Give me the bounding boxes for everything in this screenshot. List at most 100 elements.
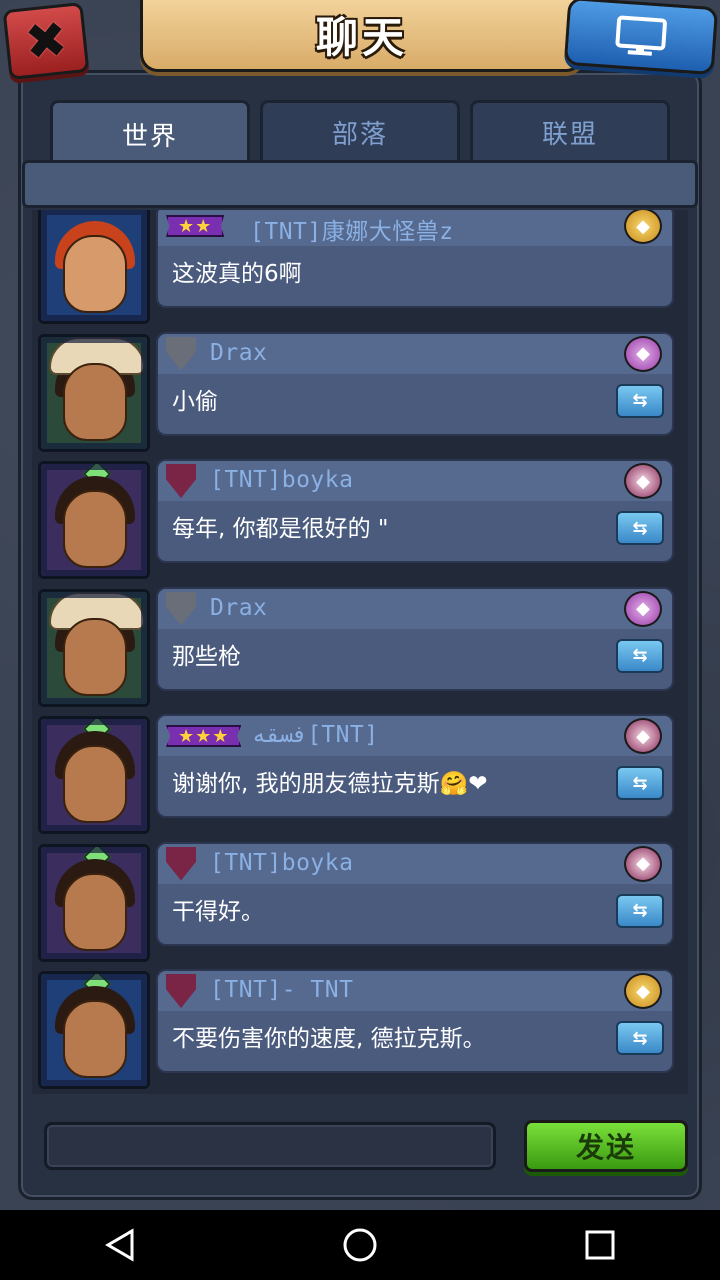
message-header: Drax ◆ [158, 588, 672, 629]
player-avatar[interactable] [38, 588, 150, 707]
guild-emblem-icon: ◆ [624, 335, 662, 372]
message-header: [TNT]- TNT ◆ [158, 971, 672, 1011]
translate-button[interactable]: ⇆ [616, 1021, 664, 1055]
chat-message-list[interactable]: ★★ [TNT]康娜大怪兽z ◆ 这波真的6啊 Drax ◆ 小偷 ⇆ [TNT]boyka ◆ 每… [32, 210, 688, 1094]
message-bubble: [TNT]- TNT ◆ 不要伤害你的速度, 德拉克斯。 ⇆ [156, 969, 674, 1073]
tab-world[interactable]: 世界 [50, 100, 250, 166]
close-button[interactable]: ✖ [2, 2, 90, 80]
player-name[interactable]: [TNT]boyka [210, 467, 353, 493]
player-avatar[interactable] [38, 461, 150, 579]
tab-tribe[interactable]: 部落 [260, 100, 460, 162]
rank-stars: ★★ [166, 215, 225, 237]
message-bubble: Drax ◆ 小偷 ⇆ [156, 331, 674, 436]
message-text: 谢谢你, 我的朋友德拉克斯🤗❤ [172, 771, 488, 797]
chat-message: ★★ [TNT]康娜大怪兽z ◆ 这波真的6啊 [32, 210, 688, 326]
message-header: ★★★ فسقه[TNT] ◆ [158, 716, 672, 756]
message-text: 干得好。 [172, 898, 264, 925]
translate-button[interactable]: ⇆ [616, 893, 664, 928]
guild-emblem-icon: ◆ [624, 463, 662, 499]
monitor-button[interactable] [563, 0, 719, 76]
player-avatar[interactable] [38, 971, 150, 1089]
message-bubble: ★★ [TNT]康娜大怪兽z ◆ 这波真的6啊 [156, 210, 674, 308]
avatar-frame [41, 846, 147, 959]
avatar-frame [41, 464, 147, 576]
rank-stars: ★★★ [166, 725, 242, 747]
monitor-icon [615, 15, 667, 56]
rank-badge [166, 846, 196, 881]
close-icon: ✖ [22, 9, 70, 73]
translate-icon: ⇆ [632, 645, 648, 666]
guild-emblem-icon: ◆ [624, 973, 662, 1009]
chat-message: [TNT]boyka ◆ 每年, 你都是很好的 " ⇆ [32, 459, 688, 581]
rank-badge [166, 464, 196, 498]
rank-shield-icon [166, 464, 196, 498]
avatar-frame [41, 210, 147, 321]
player-name[interactable]: Drax [210, 340, 267, 366]
rank-shield-icon [166, 591, 196, 626]
rank-badge: ★★ [166, 210, 225, 242]
chat-message: Drax ◆ 那些枪 ⇆ [32, 586, 688, 709]
message-text: 这波真的6啊 [172, 261, 302, 287]
message-header: ★★ [TNT]康娜大怪兽z ◆ [158, 210, 672, 246]
message-bubble: [TNT]boyka ◆ 干得好。 ⇆ [156, 841, 674, 946]
chat-message: [TNT]boyka ◆ 干得好。 ⇆ [32, 841, 688, 964]
message-bubble: [TNT]boyka ◆ 每年, 你都是很好的 " ⇆ [156, 459, 674, 563]
rank-shield-icon [166, 974, 196, 1008]
player-name[interactable]: [TNT]- TNT [210, 977, 353, 1003]
guild-emblem-icon: ◆ [624, 590, 662, 627]
tab-world-label: 世界 [121, 122, 178, 152]
player-avatar[interactable] [38, 333, 150, 452]
tab-bar: 世界 部落 联盟 [50, 100, 670, 166]
tab-alliance[interactable]: 联盟 [470, 100, 670, 162]
recents-icon[interactable] [570, 1215, 630, 1275]
chat-message: Drax ◆ 小偷 ⇆ [32, 331, 688, 454]
rank-badge [166, 974, 196, 1008]
message-header: Drax ◆ [158, 333, 672, 374]
translate-button[interactable]: ⇆ [616, 383, 664, 418]
message-header: [TNT]boyka ◆ [158, 843, 672, 884]
translate-icon: ⇆ [632, 517, 648, 539]
message-text: 不要伤害你的速度, 德拉克斯。 [172, 1026, 486, 1052]
translate-button[interactable]: ⇆ [616, 766, 664, 800]
avatar-frame [41, 974, 147, 1086]
android-nav-bar [0, 1210, 720, 1280]
message-bubble: ★★★ فسقه[TNT] ◆ 谢谢你, 我的朋友德拉克斯🤗❤ ⇆ [156, 714, 674, 818]
translate-button[interactable]: ⇆ [616, 638, 664, 673]
avatar-frame [41, 591, 147, 704]
rank-badge [166, 591, 196, 626]
tab-alliance-label: 联盟 [541, 120, 598, 150]
translate-button[interactable]: ⇆ [616, 511, 664, 545]
chat-input[interactable] [44, 1122, 496, 1170]
send-button-label: 发送 [575, 1131, 636, 1164]
title-banner: 聊天 [140, 0, 584, 72]
guild-emblem-icon: ◆ [624, 845, 662, 882]
message-header: [TNT]boyka ◆ [158, 461, 672, 501]
player-name[interactable]: Drax [210, 595, 267, 621]
translate-icon: ⇆ [632, 772, 648, 794]
message-text: 那些枪 [172, 643, 241, 670]
tab-tribe-label: 部落 [331, 120, 388, 150]
message-text: 小偷 [172, 388, 218, 415]
chat-message: [TNT]- TNT ◆ 不要伤害你的速度, 德拉克斯。 ⇆ [32, 969, 688, 1091]
player-avatar[interactable] [38, 210, 150, 324]
back-icon[interactable] [90, 1215, 150, 1275]
send-button[interactable]: 发送 [524, 1120, 688, 1172]
rank-badge: ★★★ [166, 720, 242, 752]
guild-emblem-icon: ◆ [624, 210, 662, 244]
player-name[interactable]: [TNT]康娜大怪兽z [250, 212, 454, 246]
message-bubble: Drax ◆ 那些枪 ⇆ [156, 586, 674, 691]
page-title: 聊天 [315, 13, 408, 62]
translate-icon: ⇆ [632, 900, 648, 921]
rank-shield-icon [166, 336, 196, 371]
guild-emblem-icon: ◆ [624, 718, 662, 754]
avatar-frame [41, 719, 147, 831]
home-icon[interactable] [330, 1215, 390, 1275]
tab-content-header [22, 160, 698, 208]
player-avatar[interactable] [38, 843, 150, 962]
message-text: 每年, 你都是很好的 " [172, 516, 389, 542]
avatar-frame [41, 336, 147, 449]
player-name[interactable]: فسقه[TNT] [252, 722, 378, 748]
player-avatar[interactable] [38, 716, 150, 834]
player-name[interactable]: [TNT]boyka [210, 850, 353, 876]
translate-icon: ⇆ [632, 1027, 648, 1049]
